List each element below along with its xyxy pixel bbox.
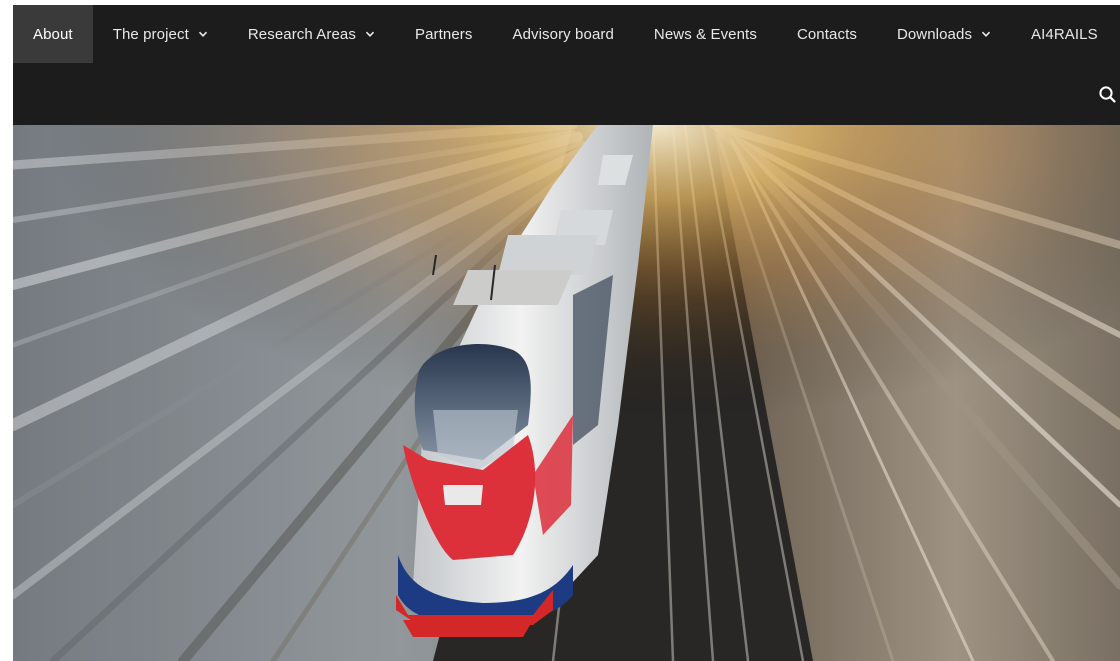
nav-item-downloads[interactable]: Downloads: [877, 5, 1011, 63]
nav-item-the-project[interactable]: The project: [93, 5, 228, 63]
nav-menu: About The project Research Areas Partner…: [13, 5, 1118, 63]
nav-item-news-events[interactable]: News & Events: [634, 5, 777, 63]
nav-item-label: News & Events: [653, 25, 757, 43]
nav-item-label: Advisory board: [512, 25, 614, 43]
nav-item-label: Contacts: [796, 25, 857, 43]
nav-item-ai4rails[interactable]: AI4RAILS: [1011, 5, 1118, 63]
search-icon[interactable]: [1098, 85, 1120, 107]
page: About The project Research Areas Partner…: [0, 0, 1120, 661]
nav-item-about[interactable]: About: [13, 5, 93, 63]
nav-item-partners[interactable]: Partners: [395, 5, 493, 63]
nav-item-label: Research Areas: [247, 25, 356, 43]
nav-item-label: The project: [112, 25, 189, 43]
main-navigation: About The project Research Areas Partner…: [13, 5, 1120, 125]
chevron-down-icon: [365, 31, 375, 37]
nav-item-label: Downloads: [896, 25, 973, 43]
hero-train-image: [13, 125, 1120, 661]
nav-item-advisory-board[interactable]: Advisory board: [492, 5, 633, 63]
nav-item-label: Partners: [414, 25, 473, 43]
chevron-down-icon: [198, 31, 207, 37]
nav-item-research-areas[interactable]: Research Areas: [228, 5, 395, 63]
nav-item-contacts[interactable]: Contacts: [777, 5, 877, 63]
hero-banner: [13, 125, 1120, 661]
chevron-down-icon: [981, 31, 991, 37]
nav-item-label: About: [33, 25, 73, 43]
nav-item-label: AI4RAILS: [1031, 25, 1098, 43]
